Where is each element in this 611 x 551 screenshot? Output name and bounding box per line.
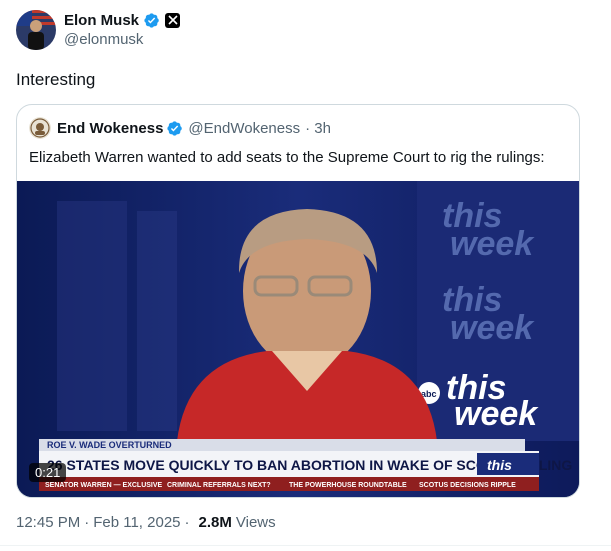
verified-badge-icon — [144, 12, 159, 28]
quoted-tweet[interactable]: End Wokeness @EndWokeness · 3h Elizabeth… — [16, 104, 580, 498]
divider — [0, 545, 611, 546]
brand-week-2: week — [450, 309, 535, 347]
lower-third-logo: this — [487, 457, 512, 473]
post-date[interactable]: Feb 11, 2025 — [93, 514, 180, 531]
tweet-header: Elon Musk @elonmusk — [16, 10, 181, 50]
quote-text: Elizabeth Warren wanted to add seats to … — [29, 149, 545, 166]
quote-author-handle[interactable]: @EndWokeness — [188, 120, 300, 137]
author-avatar[interactable] — [16, 10, 56, 50]
quote-header: End Wokeness @EndWokeness · 3h — [29, 117, 331, 139]
video-duration: 0:21 — [29, 463, 67, 482]
ticker-item-3: THE POWERHOUSE ROUNDTABLE — [289, 482, 407, 489]
views-label: Views — [235, 514, 276, 531]
author-name[interactable]: Elon Musk — [64, 12, 139, 29]
lower-third-header: ROE V. WADE OVERTURNED — [47, 440, 172, 450]
separator-dot: · — [184, 514, 190, 531]
tweet-text: Interesting — [16, 70, 96, 89]
separator-dot: · — [84, 514, 90, 531]
tweet-footer: 12:45 PM · Feb 11, 2025 · 2.8M Views — [16, 514, 276, 531]
post-time[interactable]: 12:45 PM — [16, 514, 80, 531]
name-row: Elon Musk — [64, 10, 181, 30]
x-logo-icon — [165, 12, 181, 28]
author-handle[interactable]: @elonmusk — [64, 30, 180, 50]
ticker-item-2: CRIMINAL REFERRALS NEXT? — [167, 482, 271, 489]
quote-author-name[interactable]: End Wokeness — [57, 120, 163, 137]
quote-avatar[interactable] — [29, 117, 51, 139]
quote-timestamp[interactable]: · 3h — [305, 120, 331, 137]
video-frame: this week this week abc this week ROE V.… — [17, 181, 579, 497]
brand-week-3: week — [454, 395, 539, 433]
video-player[interactable]: this week this week abc this week ROE V.… — [17, 181, 579, 497]
views-count[interactable]: 2.8M — [199, 514, 232, 531]
verified-badge-icon — [167, 120, 183, 136]
ticker-item-4: SCOTUS DECISIONS RIPPLE — [419, 482, 516, 489]
brand-week-1: week — [450, 225, 535, 263]
ticker-item-1: SENATOR WARREN — EXCLUSIVE — [45, 482, 163, 489]
author-info: Elon Musk @elonmusk — [64, 10, 181, 50]
